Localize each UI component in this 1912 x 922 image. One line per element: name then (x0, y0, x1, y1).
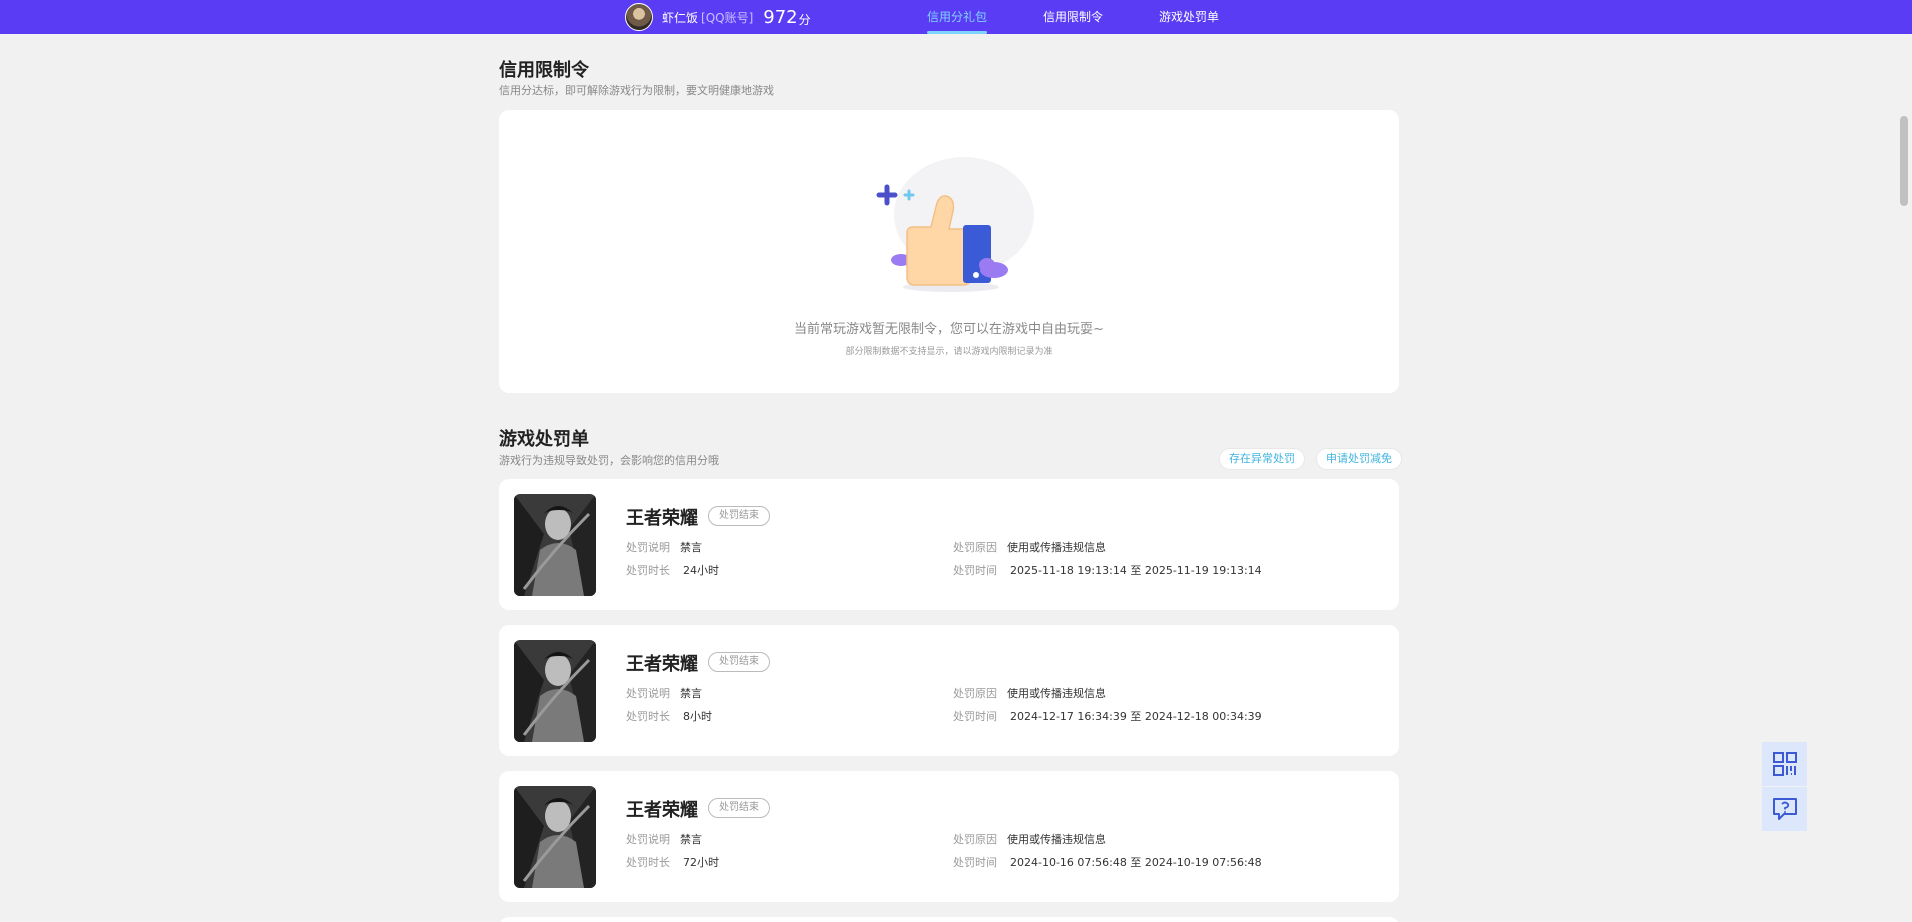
restriction-card: 当前常玩游戏暂无限制令，您可以在游戏中自由玩耍~ 部分限制数据不支持显示，请以游… (499, 110, 1399, 393)
status-badge: 处罚结束 (708, 652, 770, 672)
thumbs-up-illustration (876, 157, 1034, 292)
time-end: 2024-12-18 00:34:39 (1144, 710, 1262, 723)
desc-label: 处罚说明 (626, 687, 670, 700)
reason-label: 处罚原因 (953, 541, 997, 554)
desc-value: 禁言 (680, 687, 702, 700)
time-label: 处罚时间 (953, 564, 997, 577)
penalty-card[interactable]: 王者荣耀 处罚结束 处罚说明 禁言 处罚时长 8小时 处罚原因 使用或传播违规信… (499, 625, 1399, 756)
time-label: 处罚时间 (953, 710, 997, 723)
reason-label: 处罚原因 (953, 687, 997, 700)
restriction-title: 信用限制令 (499, 60, 589, 81)
penalty-card[interactable]: 王者荣耀 处罚结束 处罚说明 禁言 处罚时长 72小时 处罚原因 使用或传播违规… (499, 771, 1399, 902)
empty-state-text: 当前常玩游戏暂无限制令，您可以在游戏中自由玩耍~ (794, 322, 1104, 337)
time-sep: 至 (1130, 710, 1142, 723)
duration-value: 8小时 (683, 710, 712, 723)
duration-value: 24小时 (683, 564, 719, 577)
time-start: 2024-10-16 07:56:48 (1010, 856, 1127, 869)
top-bar: 虾仁饭 [QQ账号] 972 分 信用分礼包 信用限制令 游戏处罚单 (0, 0, 1912, 34)
duration-label: 处罚时长 (626, 564, 670, 577)
nav-game-penalty[interactable]: 游戏处罚单 (1159, 0, 1219, 34)
scrollbar-thumb[interactable] (1900, 116, 1908, 206)
game-name: 王者荣耀 (626, 800, 698, 821)
score-unit: 分 (798, 12, 811, 27)
qrcode-icon (1772, 752, 1797, 776)
account-type: [QQ账号] (701, 10, 754, 25)
credit-score: 972 (763, 6, 798, 28)
game-name: 王者荣耀 (626, 654, 698, 675)
qrcode-button[interactable] (1762, 742, 1807, 786)
time-value: 2025-11-18 19:13:14 至 2025-11-19 19:13:1… (1010, 562, 1262, 578)
penalty-card[interactable]: 王者荣耀 处罚结束 处罚说明 禁言 处罚时长 24小时 处罚原因 使用或传播违规… (499, 479, 1399, 610)
duration-label: 处罚时长 (626, 856, 670, 869)
duration-value: 72小时 (683, 856, 719, 869)
duration-label: 处罚时长 (626, 710, 670, 723)
time-sep: 至 (1130, 856, 1142, 869)
reason-value: 使用或传播违规信息 (1007, 687, 1106, 700)
user-info[interactable]: 虾仁饭 [QQ账号] 972 分 (625, 3, 811, 31)
status-badge: 处罚结束 (708, 798, 770, 818)
desc-label: 处罚说明 (626, 541, 670, 554)
game-thumbnail (514, 786, 596, 888)
reason-value: 使用或传播违规信息 (1007, 833, 1106, 846)
game-thumbnail (514, 494, 596, 596)
help-button[interactable] (1762, 787, 1807, 831)
time-end: 2025-11-19 19:13:14 (1144, 564, 1262, 577)
time-start: 2025-11-18 19:13:14 (1010, 564, 1127, 577)
abnormal-penalty-button[interactable]: 存在异常处罚 (1219, 448, 1305, 470)
empty-state-note: 部分限制数据不支持显示，请以游戏内限制记录为准 (845, 347, 1053, 357)
reason-label: 处罚原因 (953, 833, 997, 846)
time-label: 处罚时间 (953, 856, 997, 869)
avatar[interactable] (625, 3, 653, 31)
user-name: 虾仁饭 (662, 10, 699, 25)
status-badge: 处罚结束 (708, 506, 770, 526)
restriction-subtitle: 信用分达标，即可解除游戏行为限制，要文明健康地游戏 (499, 84, 774, 97)
game-thumbnail (514, 640, 596, 742)
time-value: 2024-10-16 07:56:48 至 2024-10-19 07:56:4… (1010, 854, 1262, 870)
game-name: 王者荣耀 (626, 508, 698, 529)
penalty-subtitle: 游戏行为违规导致处罚，会影响您的信用分哦 (499, 454, 719, 467)
nav-credit-restriction[interactable]: 信用限制令 (1043, 0, 1103, 34)
desc-label: 处罚说明 (626, 833, 670, 846)
penalty-card[interactable] (499, 917, 1399, 922)
reason-value: 使用或传播违规信息 (1007, 541, 1106, 554)
help-chat-icon (1772, 798, 1797, 820)
time-sep: 至 (1130, 564, 1142, 577)
desc-value: 禁言 (680, 833, 702, 846)
nav-credit-gift[interactable]: 信用分礼包 (927, 0, 988, 34)
penalty-title: 游戏处罚单 (499, 429, 589, 450)
time-end: 2024-10-19 07:56:48 (1144, 856, 1262, 869)
time-start: 2024-12-17 16:34:39 (1010, 710, 1127, 723)
desc-value: 禁言 (680, 541, 702, 554)
time-value: 2024-12-17 16:34:39 至 2024-12-18 00:34:3… (1010, 708, 1262, 724)
appeal-penalty-button[interactable]: 申请处罚减免 (1316, 448, 1402, 470)
